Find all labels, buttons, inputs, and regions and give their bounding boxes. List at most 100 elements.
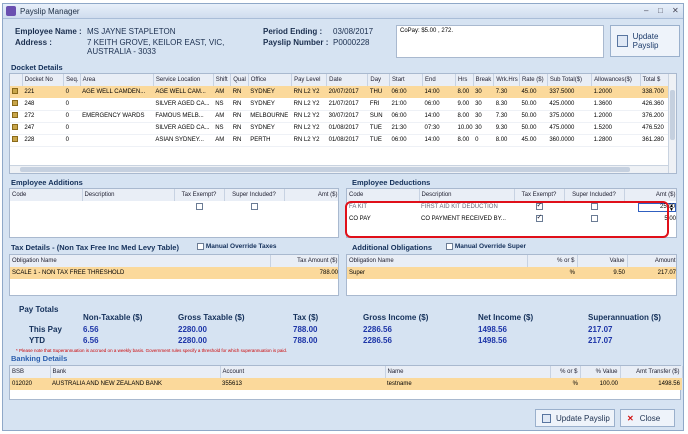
docket-horizontal-scrollbar[interactable] [10,165,668,173]
minimize-icon[interactable]: – [644,6,648,15]
banking-row[interactable]: 012020 AUSTRALIA AND NEW ZEALAND BANK 3556… [10,378,682,390]
docket-column-header[interactable]: Area [80,74,154,86]
this-pay-value: 1498.56 [478,325,507,334]
spinner-arrows-icon[interactable]: ▲ ▼ [669,203,674,212]
docket-cell: SUN [367,110,390,123]
docket-column-header[interactable]: Sub Total($) [547,74,593,86]
manual-override-super-checkbox[interactable] [446,243,453,250]
docket-cell: RN [230,122,249,135]
superannuation-note: * Please note that Superannuation is acc… [16,348,288,353]
docket-column-header[interactable]: Wrk.Hrs [493,74,520,86]
banking-column-header: % or $ [550,366,581,378]
docket-details-title: Docket Details [11,63,63,72]
this-pay-value: 2280.00 [178,325,207,334]
docket-cell: 30 [473,98,494,111]
banking-column-header: Account [220,366,386,378]
update-payslip-top-button[interactable]: Update Payslip [610,25,680,57]
update-payslip-top-label: Update Payslip [632,32,659,50]
docket-cell: RN [230,110,249,123]
manual-override-taxes[interactable]: Manual Override Taxes [197,243,277,250]
docket-column-header[interactable]: Service Location [153,74,214,86]
docket-column-header[interactable]: Date [326,74,369,86]
docket-column-header[interactable]: Qual [230,74,249,86]
docket-cell: 360.0000 [547,134,592,147]
docket-row[interactable]: 248 0 SILVER AGED CA... NS RN SYDNEY RN L2 Y2 2… [10,98,676,111]
additions-code-cell[interactable] [10,201,82,213]
bank-amount-transfer: 1498.56 [620,378,682,390]
docket-column-header[interactable]: Office [248,74,293,86]
additions-super-included-checkbox[interactable] [250,203,258,211]
docket-cell: RN [230,134,249,147]
period-ending-label: Period Ending : [263,27,323,36]
obligation-amount: 217.07 [627,267,676,279]
close-window-icon[interactable]: ✕ [672,6,679,15]
this-pay-value: 2286.56 [363,325,392,334]
docket-column-header[interactable]: Rate ($) [519,74,548,86]
obligation-row[interactable]: Super% 9.50 217.07 [347,267,676,279]
docket-row-icon [10,134,23,147]
update-icon [617,35,628,47]
docket-column-header[interactable]: Pay Level [291,74,328,86]
docket-vertical-scrollbar[interactable] [668,74,676,173]
banking-column-header: Name [385,366,551,378]
docket-row[interactable]: 272 0 EMERGENCY WARDS FAMOUS MELB... AM RN MEL… [10,110,676,123]
docket-column-header[interactable]: Day [367,74,391,86]
banking-column-header: Amt Transfer ($) [620,366,683,378]
update-payslip-button[interactable]: Update Payslip [535,409,615,427]
docket-column-header[interactable]: Allowances($) [591,74,641,86]
docket-column-header[interactable]: Hrs [455,74,474,86]
deductions-column-header: Tax Exempt? [514,189,565,201]
additions-tax-exempt-checkbox[interactable] [195,203,203,211]
docket-cell: 0 [63,86,81,98]
docket-column-header[interactable]: Shift [213,74,232,86]
additions-amt-cell[interactable] [284,201,338,213]
docket-row[interactable]: 228 0 ASIAN SYDNEY... AM RN PERTH RN L2 Y2 01/0… [10,134,676,147]
obligation-value: 9.50 [577,267,627,279]
manual-override-taxes-checkbox[interactable] [197,243,204,250]
employee-header: Employee Name : MS JAYNE STAPLETON Addre… [3,19,683,62]
docket-cell: NS [213,122,231,135]
docket-cell: AM [213,110,231,123]
docket-cell: RN L2 Y2 [291,86,327,98]
docket-column-header[interactable]: End [422,74,457,86]
additions-super-cell[interactable] [224,201,284,213]
docket-column-header[interactable]: Break [473,74,495,86]
banking-column-header: BSB [10,366,51,378]
copay-note[interactable]: CoPay: $5.00 , 272. [396,25,604,58]
address-label: Address : [15,38,52,47]
maximize-icon[interactable]: □ [658,6,663,15]
docket-row[interactable]: 221 0 AGE WELL CAMDEN... AGE WELL CAM... AM R… [10,86,676,98]
docket-column-header[interactable]: Docket No [22,74,65,86]
bank-percent-value: 100.00 [580,378,620,390]
docket-cell: TUE [367,122,390,135]
additions-desc-cell[interactable] [82,201,174,213]
docket-scroll-thumb-h[interactable] [20,167,630,172]
total-header: Non-Taxable ($) [83,313,143,322]
docket-cell: 8.00 [493,134,520,147]
additions-new-row[interactable] [10,201,338,213]
close-button[interactable]: ✕ Close [620,409,675,427]
ytd-label: YTD [29,336,45,345]
docket-cell: EMERGENCY WARDS [80,110,154,123]
docket-cell: 14:00 [422,134,456,147]
footer-bar: Update Payslip ✕ Close [3,405,683,430]
employee-name: MS JAYNE STAPLETON [87,27,176,36]
docket-cell [80,98,154,111]
additions-column-header: Amt ($) [284,189,338,201]
docket-grid: Docket No Seq. Area Service Location Shift Qu… [9,73,677,174]
tax-col-name: Obligation Name [10,255,271,267]
deductions-column-header: Super Included? [564,189,625,201]
additions-grid: Code Description Tax Exempt? Super Included… [9,188,339,238]
tax-row[interactable]: SCALE 1 - NON TAX FREE THRESHOLD 788.00 [10,267,338,279]
docket-scroll-thumb-v[interactable] [670,90,675,140]
docket-cell: AGE WELL CAMDEN... [80,86,154,98]
docket-cell: 8.00 [455,134,474,147]
docket-row[interactable]: 247 0 SILVER AGED CA... NS RN SYDNEY RN L2 Y2 0… [10,122,676,135]
obligation-col-value: Value [577,255,628,267]
additions-tax-exempt-cell[interactable] [174,201,224,213]
total-header: Gross Income ($) [363,313,429,322]
docket-column-header[interactable]: Seq. [63,74,81,86]
address-line1: 7 KEITH GROVE, KEILOR EAST, VIC, [87,38,225,47]
manual-override-super[interactable]: Manual Override Super [446,243,526,250]
docket-column-header[interactable]: Start [389,74,424,86]
